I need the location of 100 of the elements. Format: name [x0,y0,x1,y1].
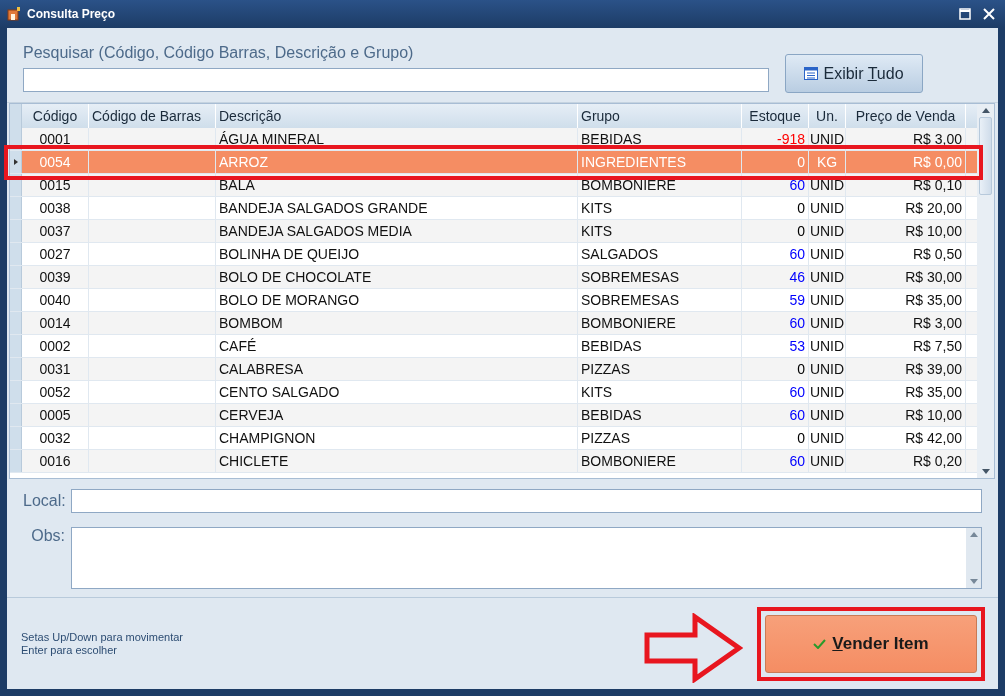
table-cell: UNID [809,243,846,265]
table-cell: UNID [809,197,846,219]
table-cell: 0040 [22,289,89,311]
sell-button[interactable]: Vender Item [765,614,977,673]
table-cell: BEBIDAS [578,335,742,357]
row-header-cell[interactable] [10,197,22,219]
table-cell: BOMBONIERE [578,312,742,334]
table-cell: R$ 7,50 [846,335,966,357]
table-cell: UNID [809,358,846,380]
table-cell: UNID [809,289,846,311]
table-row[interactable]: 0005 CERVEJA BEBIDAS 60 UNID R$ 10,00 [10,404,977,427]
table-cell: R$ 20,00 [846,197,966,219]
row-header-cell[interactable] [10,381,22,403]
close-icon[interactable] [983,8,995,20]
table-cell: BOLO DE MORANGO [216,289,578,311]
table-cell: UNID [809,450,846,472]
table-cell: CAFÉ [216,335,578,357]
table-cell: 0052 [22,381,89,403]
table-cell: UNID [809,220,846,242]
scroll-down-icon[interactable] [981,469,990,474]
table-cell: R$ 35,00 [846,381,966,403]
table-cell: 0054 [22,151,89,173]
list-icon [804,67,819,80]
table-cell: KITS [578,381,742,403]
local-label: Local: [23,492,65,510]
row-header-cell[interactable] [10,450,22,472]
table-cell: BOMBOM [216,312,578,334]
table-cell: INGREDIENTES [578,151,742,173]
table-cell: 0031 [22,358,89,380]
table-cell: R$ 39,00 [846,358,966,380]
table-row[interactable]: 0037 BANDEJA SALGADOS MEDIA KITS 0 UNID R$ 10,00 [10,220,977,243]
stock-value: 0 [797,430,805,446]
hint-text: Setas Up/Down para movimentar [21,630,183,644]
table-cell: UNID [809,427,846,449]
table-cell: R$ 0,20 [846,450,966,472]
table-cell: 0015 [22,174,89,196]
maximize-icon[interactable] [959,8,971,20]
row-header-cell[interactable] [10,335,22,357]
local-field[interactable] [71,489,982,513]
table-cell: UNID [809,381,846,403]
table-cell: SALGADOS [578,243,742,265]
row-header-cell[interactable] [10,312,22,334]
table-cell: PIZZAS [578,358,742,380]
search-field[interactable] [23,68,769,92]
row-header-cell[interactable] [10,427,22,449]
stock-value: 60 [789,315,805,331]
table-cell: SOBREMESAS [578,289,742,311]
table-row[interactable]: 0040 BOLO DE MORANGO SOBREMESAS 59 UNID R$ 35,00 [10,289,977,312]
table-row[interactable]: 0027 BOLINHA DE QUEIJO SALGADOS 60 UNID R$ 0,50 [10,243,977,266]
row-header-cell[interactable] [10,243,22,265]
table-cell: 0002 [22,335,89,357]
table-cell: R$ 10,00 [846,220,966,242]
table-cell: 0037 [22,220,89,242]
row-header-cell[interactable] [10,220,22,242]
row-header-cell[interactable] [10,266,22,288]
table-cell: UNID [809,266,846,288]
table-row[interactable]: 0039 BOLO DE CHOCOLATE SOBREMESAS 46 UNID R$ 30,00 [10,266,977,289]
stock-value: 60 [789,384,805,400]
table-cell: 0039 [22,266,89,288]
stock-value: 0 [797,154,805,170]
table-cell: UNID [809,335,846,357]
stock-value: 60 [789,407,805,423]
row-header-cell[interactable] [10,289,22,311]
scrollbar[interactable] [977,104,994,478]
stock-value: 60 [789,246,805,262]
table-cell: CHICLETE [216,450,578,472]
row-header-cell[interactable] [10,358,22,380]
table-cell: CALABRESA [216,358,578,380]
app-icon [7,7,21,21]
table-cell: ARROZ [216,151,578,173]
table-cell: CENTO SALGADO [216,381,578,403]
stock-value: 0 [797,361,805,377]
table-cell: BANDEJA SALGADOS MEDIA [216,220,578,242]
table-cell: R$ 0,00 [846,151,966,173]
show-all-button[interactable]: Exibir Tudo [785,54,923,93]
table-row[interactable]: 0052 CENTO SALGADO KITS 60 UNID R$ 35,00 [10,381,977,404]
stock-value: 60 [789,177,805,193]
table-row[interactable]: 0014 BOMBOM BOMBONIERE 60 UNID R$ 3,00 [10,312,977,335]
table-cell: R$ 42,00 [846,427,966,449]
table-cell: 0014 [22,312,89,334]
obs-field[interactable] [71,527,982,589]
table-cell: KG [809,151,846,173]
table-row[interactable]: 0016 CHICLETE BOMBONIERE 60 UNID R$ 0,20 [10,450,977,473]
stock-value: 46 [789,269,805,285]
scroll-up-icon[interactable] [969,532,978,537]
table-cell: CHAMPIGNON [216,427,578,449]
table-row[interactable]: 0038 BANDEJA SALGADOS GRANDE KITS 0 UNID R$ 20,00 [10,197,977,220]
table-cell: CERVEJA [216,404,578,426]
table-row[interactable]: 0031 CALABRESA PIZZAS 0 UNID R$ 39,00 [10,358,977,381]
table-cell: R$ 10,00 [846,404,966,426]
check-icon [813,638,827,649]
row-header-cell[interactable] [10,404,22,426]
stock-value: 53 [789,338,805,354]
scroll-down-icon[interactable] [969,579,978,584]
table-cell: R$ 30,00 [846,266,966,288]
scroll-up-icon[interactable] [981,108,990,113]
row-header-cell[interactable] [10,151,22,173]
table-row[interactable]: 0032 CHAMPIGNON PIZZAS 0 UNID R$ 42,00 [10,427,977,450]
table-row[interactable]: 0002 CAFÉ BEBIDAS 53 UNID R$ 7,50 [10,335,977,358]
table-cell: R$ 3,00 [846,312,966,334]
